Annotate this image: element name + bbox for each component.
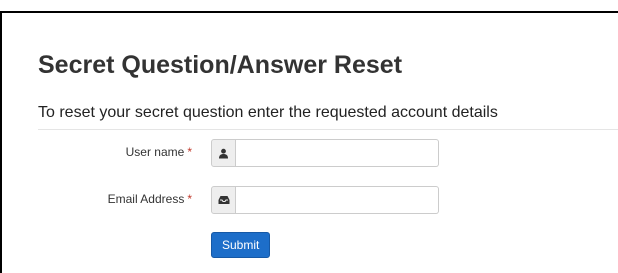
page-title: Secret Question/Answer Reset xyxy=(38,51,403,79)
email-input-group xyxy=(211,186,439,214)
username-label-text: User name xyxy=(125,145,185,159)
email-input[interactable] xyxy=(236,186,439,214)
user-icon xyxy=(211,139,236,167)
username-input[interactable] xyxy=(236,139,439,167)
required-marker: * xyxy=(187,192,192,206)
submit-button[interactable]: Submit xyxy=(211,232,271,258)
divider xyxy=(38,129,618,130)
username-label: User name * xyxy=(126,145,192,159)
email-label: Email Address * xyxy=(108,192,192,206)
instructions-text: To reset your secret question enter the … xyxy=(38,104,498,121)
email-row: Email Address * xyxy=(0,186,618,214)
inbox-icon xyxy=(211,186,236,214)
required-marker: * xyxy=(187,145,192,159)
username-input-group xyxy=(211,139,439,167)
username-row: User name * xyxy=(0,139,618,167)
email-label-text: Email Address xyxy=(107,192,185,206)
